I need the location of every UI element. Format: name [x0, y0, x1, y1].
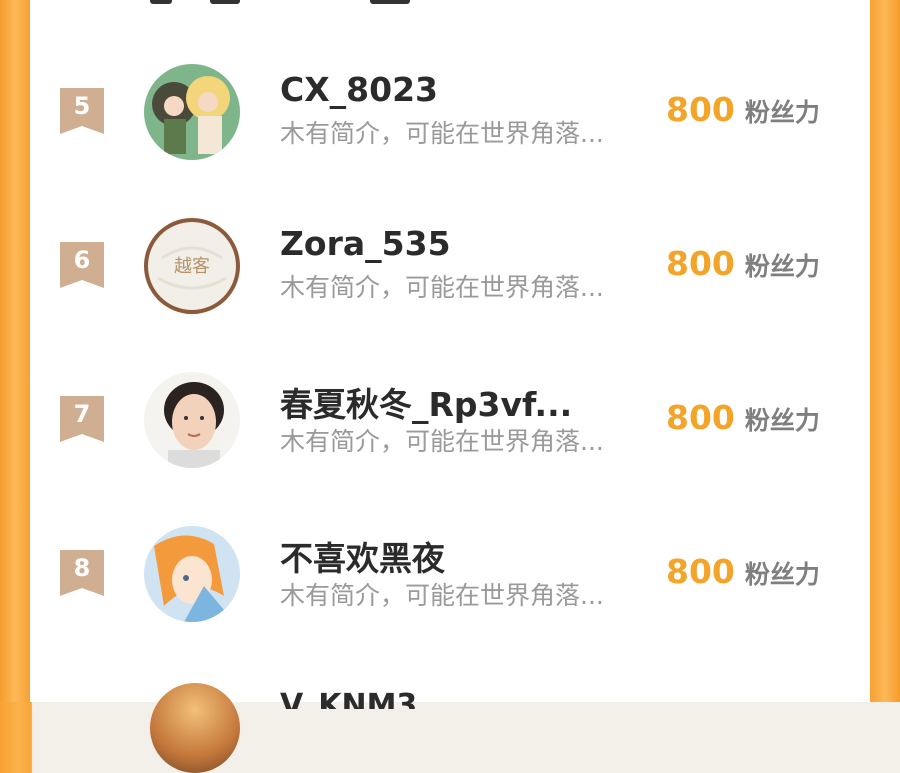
ranking-row[interactable]: 5 CX_8023 木有简介，可能在世界角落... 800 粉丝力	[30, 52, 870, 172]
ranking-row-partial[interactable]: V_KNM3	[30, 683, 870, 773]
svg-text:越客: 越客	[174, 256, 210, 277]
fan-power-value: 800	[666, 90, 735, 129]
avatar[interactable]	[144, 64, 240, 160]
avatar[interactable]	[150, 683, 240, 773]
user-name[interactable]: 春夏秋冬_Rp3vf...	[280, 378, 650, 426]
user-name[interactable]: CX_8023	[280, 70, 650, 109]
user-bio: 木有简介，可能在世界角落...	[280, 119, 604, 148]
rank-badge: 6	[60, 242, 104, 288]
rank-badge: 5	[60, 88, 104, 134]
rank-number: 5	[73, 92, 91, 120]
ranking-row[interactable]: 6 越客 Zora_535 木有简介，可能在世界角落... 800 粉丝力	[30, 206, 870, 326]
user-name[interactable]: 不喜欢黑夜	[280, 532, 650, 580]
fan-power-unit: 粉丝力	[744, 252, 820, 281]
fan-power: 800 粉丝力	[666, 244, 820, 283]
right-orange-border	[870, 0, 900, 702]
fan-power: 800 粉丝力	[666, 398, 820, 437]
user-bio: 木有简介，可能在世界角落...	[280, 581, 604, 610]
rank-number: 7	[73, 400, 91, 428]
rank-badge: 7	[60, 396, 104, 442]
user-bio: 木有简介，可能在世界角落...	[280, 273, 604, 302]
fan-power-value: 800	[666, 244, 735, 283]
left-orange-border	[0, 0, 30, 702]
avatar[interactable]: 越客	[144, 218, 240, 314]
rank-number: 6	[73, 246, 91, 274]
rank-number: 8	[73, 554, 91, 582]
cropped-header-fragment	[150, 0, 430, 8]
ranking-row[interactable]: 7 春夏秋冬_Rp3vf... 木有简介，可能在世界角落... 800 粉丝力	[30, 360, 870, 480]
ranking-panel: 5 CX_8023 木有简介，可能在世界角落... 800 粉丝力 6 越客 Z…	[30, 0, 870, 773]
fan-power-unit: 粉丝力	[744, 98, 820, 127]
fan-power: 800 粉丝力	[666, 552, 820, 591]
user-name[interactable]: Zora_535	[280, 224, 650, 263]
user-name[interactable]: V_KNM3	[280, 689, 460, 709]
avatar[interactable]	[144, 372, 240, 468]
avatar[interactable]	[144, 526, 240, 622]
rank-badge: 8	[60, 550, 104, 596]
fan-power-value: 800	[666, 552, 735, 591]
user-bio: 木有简介，可能在世界角落...	[280, 427, 604, 456]
fan-power-unit: 粉丝力	[744, 406, 820, 435]
ranking-row[interactable]: 8 不喜欢黑夜 木有简介，可能在世界角落... 800 粉丝力	[30, 514, 870, 634]
fan-power-unit: 粉丝力	[744, 560, 820, 589]
fan-power-value: 800	[666, 398, 735, 437]
fan-power: 800 粉丝力	[666, 90, 820, 129]
